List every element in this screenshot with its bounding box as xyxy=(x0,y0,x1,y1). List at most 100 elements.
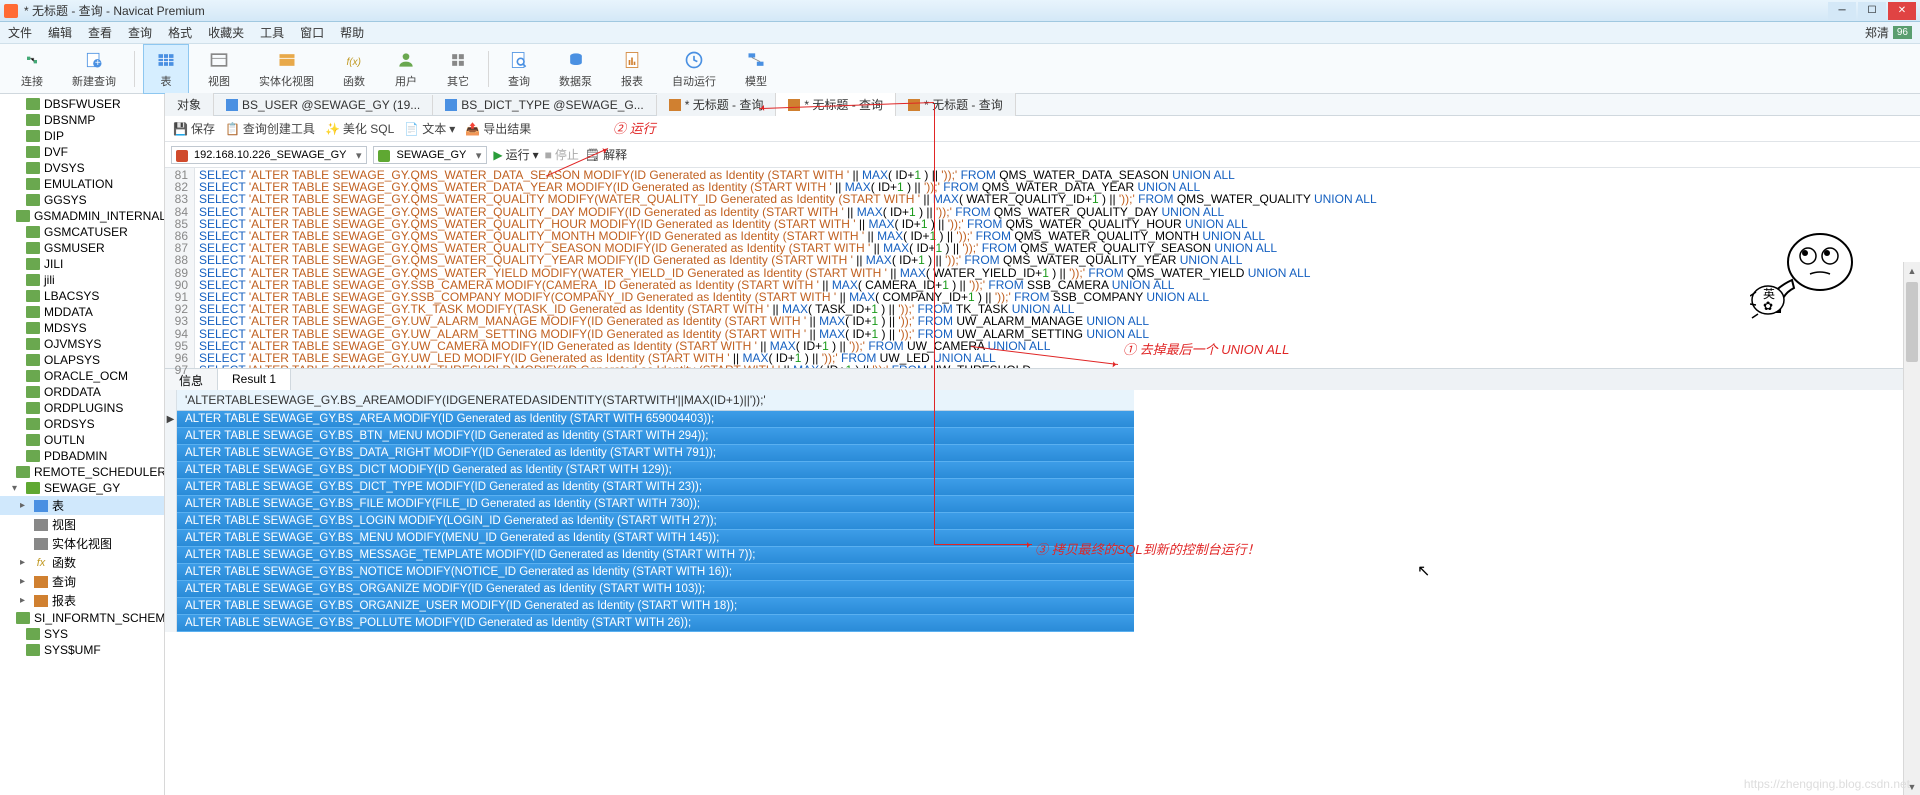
result-tab-1[interactable]: Result 1 xyxy=(218,369,291,390)
grid-row[interactable]: ALTER TABLE SEWAGE_GY.BS_DICT_TYPE MODIF… xyxy=(177,479,1134,496)
tree-item-ojvmsys[interactable]: OJVMSYS xyxy=(0,336,164,352)
tree-item-jili[interactable]: JILI xyxy=(0,256,164,272)
toolbar-query[interactable]: 查询 xyxy=(497,45,541,93)
grid-row[interactable]: ALTER TABLE SEWAGE_GY.BS_DATA_RIGHT MODI… xyxy=(177,445,1134,462)
text-button[interactable]: 📄 文本 ▾ xyxy=(404,120,455,137)
tree-item-sys[interactable]: SYS xyxy=(0,626,164,642)
server-select[interactable]: 192.168.10.226_SEWAGE_GY xyxy=(171,146,367,164)
query-designer-button[interactable]: 📋 查询创建工具 xyxy=(225,120,315,137)
stop-button[interactable]: ■ 停止 xyxy=(545,146,579,163)
sql-editor[interactable]: 8182838485868788899091929394959697 SELEC… xyxy=(165,168,1920,368)
grid-row[interactable]: ALTER TABLE SEWAGE_GY.BS_NOTICE MODIFY(N… xyxy=(177,564,1134,581)
tree-item-sysumf[interactable]: SYS$UMF xyxy=(0,642,164,658)
expand-icon[interactable]: ▾ xyxy=(12,483,22,494)
tree-item-outln[interactable]: OUTLN xyxy=(0,432,164,448)
tree-item-olapsys[interactable]: OLAPSYS xyxy=(0,352,164,368)
grid-row[interactable]: ALTER TABLE SEWAGE_GY.BS_ORGANIZE MODIFY… xyxy=(177,581,1134,598)
tree-item-dip[interactable]: DIP xyxy=(0,128,164,144)
toolbar-new-query[interactable]: +新建查询 xyxy=(62,45,126,93)
tree-item-ordplugins[interactable]: ORDPLUGINS xyxy=(0,400,164,416)
toolbar-other[interactable]: 其它 xyxy=(436,45,480,93)
grid-row[interactable]: ALTER TABLE SEWAGE_GY.BS_ORGANIZE_USER M… xyxy=(177,598,1134,615)
expand-icon[interactable]: ▸ xyxy=(20,576,30,587)
menu-favorites[interactable]: 收藏夹 xyxy=(208,24,244,41)
tree-item-[interactable]: ▸报表 xyxy=(0,591,164,610)
toolbar-autorun[interactable]: 自动运行 xyxy=(662,45,726,93)
export-button[interactable]: 📤 导出结果 xyxy=(465,120,531,137)
tree-item-gsmuser[interactable]: GSMUSER xyxy=(0,240,164,256)
grid-row[interactable]: ALTER TABLE SEWAGE_GY.BS_FILE MODIFY(FIL… xyxy=(177,496,1134,513)
toolbar-datapump[interactable]: 数据泵 xyxy=(549,45,602,93)
tab-2[interactable]: BS_DICT_TYPE @SEWAGE_G... xyxy=(433,95,656,115)
tab-4[interactable]: * 无标题 - 查询 xyxy=(776,93,896,116)
tree-item-jili[interactable]: jili xyxy=(0,272,164,288)
tree-item-[interactable]: ▸表 xyxy=(0,496,164,515)
tree-item-gsmadmininternal[interactable]: GSMADMIN_INTERNAL xyxy=(0,208,164,224)
tree-item-pdbadmin[interactable]: PDBADMIN xyxy=(0,448,164,464)
tree-item-mddata[interactable]: MDDATA xyxy=(0,304,164,320)
toolbar-connect[interactable]: 连接 xyxy=(10,45,54,93)
menu-format[interactable]: 格式 xyxy=(168,24,192,41)
tab-3[interactable]: * 无标题 - 查询 xyxy=(657,93,777,116)
toolbar-model[interactable]: 模型 xyxy=(734,45,778,93)
code-area[interactable]: SELECT 'ALTER TABLE SEWAGE_GY.QMS_WATER_… xyxy=(195,168,1920,368)
toolbar-user[interactable]: 用户 xyxy=(384,45,428,93)
explain-button[interactable]: 🗒 解释 xyxy=(585,146,627,163)
tree-item-siinformtnschema[interactable]: SI_INFORMTN_SCHEMA xyxy=(0,610,164,626)
tree-item-orddata[interactable]: ORDDATA xyxy=(0,384,164,400)
toolbar-report[interactable]: 报表 xyxy=(610,45,654,93)
menu-query[interactable]: 查询 xyxy=(128,24,152,41)
tree-item-emulation[interactable]: EMULATION xyxy=(0,176,164,192)
tree-item-dvsys[interactable]: DVSYS xyxy=(0,160,164,176)
tab-5[interactable]: * 无标题 - 查询 xyxy=(896,93,1016,116)
grid-row[interactable]: ALTER TABLE SEWAGE_GY.BS_AREA MODIFY(ID … xyxy=(177,411,1134,428)
menu-edit[interactable]: 编辑 xyxy=(48,24,72,41)
grid-row[interactable]: ALTER TABLE SEWAGE_GY.BS_BTN_MENU MODIFY… xyxy=(177,428,1134,445)
scroll-thumb[interactable] xyxy=(1906,282,1918,362)
tree-item-dbsfwuser[interactable]: DBSFWUSER xyxy=(0,96,164,112)
grid-row[interactable]: ALTER TABLE SEWAGE_GY.BS_LOGIN MODIFY(LO… xyxy=(177,513,1134,530)
tree-item-sewagegy[interactable]: ▾SEWAGE_GY xyxy=(0,480,164,496)
tree-item-[interactable]: ▸fx函数 xyxy=(0,553,164,572)
toolbar-table[interactable]: 表 xyxy=(143,44,189,94)
tree-item-[interactable]: ▸查询 xyxy=(0,572,164,591)
tree-item-dvf[interactable]: DVF xyxy=(0,144,164,160)
tree-item-gsmcatuser[interactable]: GSMCATUSER xyxy=(0,224,164,240)
scroll-up-icon[interactable]: ▲ xyxy=(1904,262,1920,279)
grid-header[interactable]: 'ALTERTABLESEWAGE_GY.BS_AREAMODIFY(IDGEN… xyxy=(177,390,1134,411)
grid-row[interactable]: ALTER TABLE SEWAGE_GY.BS_POLLUTE MODIFY(… xyxy=(177,615,1134,632)
tree-item-oracleocm[interactable]: ORACLE_OCM xyxy=(0,368,164,384)
editor-scrollbar[interactable]: ▲ ▼ xyxy=(1903,262,1920,795)
tree-item-[interactable]: 视图 xyxy=(0,515,164,534)
menu-file[interactable]: 文件 xyxy=(8,24,32,41)
maximize-button[interactable]: ☐ xyxy=(1858,2,1886,20)
toolbar-matview[interactable]: 实体化视图 xyxy=(249,45,324,93)
menu-window[interactable]: 窗口 xyxy=(300,24,324,41)
run-button[interactable]: ▶运行 ▾ xyxy=(493,146,538,163)
toolbar-view[interactable]: 视图 xyxy=(197,45,241,93)
result-grid[interactable]: ▶ 'ALTERTABLESEWAGE_GY.BS_AREAMODIFY(IDG… xyxy=(165,390,1920,795)
expand-icon[interactable]: ▸ xyxy=(20,500,30,511)
menu-tools[interactable]: 工具 xyxy=(260,24,284,41)
tree-item-dbsnmp[interactable]: DBSNMP xyxy=(0,112,164,128)
tab-1[interactable]: BS_USER @SEWAGE_GY (19... xyxy=(214,95,433,115)
schema-select[interactable]: SEWAGE_GY xyxy=(373,146,487,164)
grid-row[interactable]: ALTER TABLE SEWAGE_GY.BS_MESSAGE_TEMPLAT… xyxy=(177,547,1134,564)
menu-help[interactable]: 帮助 xyxy=(340,24,364,41)
grid-row[interactable]: ALTER TABLE SEWAGE_GY.BS_DICT MODIFY(ID … xyxy=(177,462,1134,479)
toolbar-function[interactable]: f(x)函数 xyxy=(332,45,376,93)
tree-item-ggsys[interactable]: GGSYS xyxy=(0,192,164,208)
tree-item-ordsys[interactable]: ORDSYS xyxy=(0,416,164,432)
tree-item-[interactable]: 实体化视图 xyxy=(0,534,164,553)
beautify-sql-button[interactable]: ✨ 美化 SQL xyxy=(325,120,394,137)
user-badge[interactable]: 郑清 96 xyxy=(1865,24,1912,41)
grid-row[interactable]: ALTER TABLE SEWAGE_GY.BS_MENU MODIFY(MEN… xyxy=(177,530,1134,547)
minimize-button[interactable]: ─ xyxy=(1828,2,1856,20)
tree-item-lbacsys[interactable]: LBACSYS xyxy=(0,288,164,304)
tree-item-remotescheduleragent[interactable]: REMOTE_SCHEDULER_AGENT xyxy=(0,464,164,480)
expand-icon[interactable]: ▸ xyxy=(20,595,30,606)
tab-0[interactable]: 对象 xyxy=(165,93,214,116)
save-button[interactable]: 💾 保存 xyxy=(173,120,215,137)
expand-icon[interactable]: ▸ xyxy=(20,557,30,568)
object-tree[interactable]: DBSFWUSERDBSNMPDIPDVFDVSYSEMULATIONGGSYS… xyxy=(0,94,165,795)
